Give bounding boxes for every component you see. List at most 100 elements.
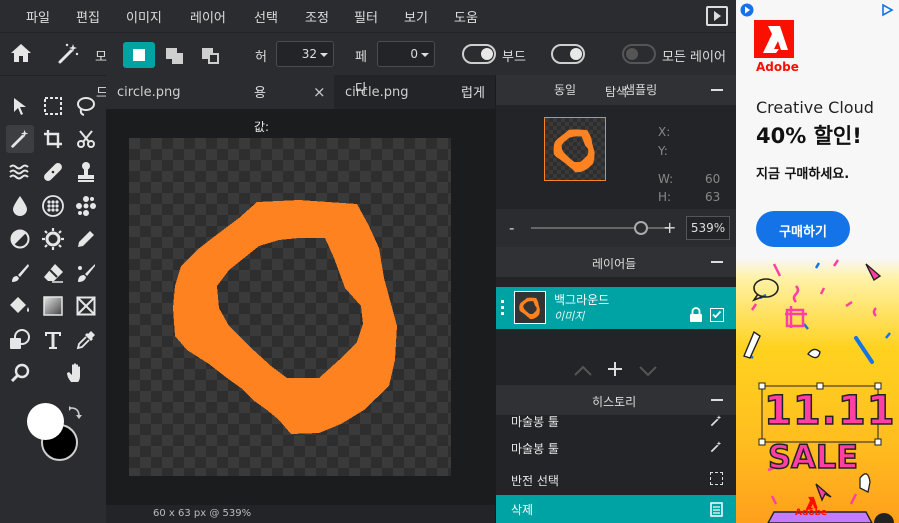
menu-view[interactable]: 보기 xyxy=(404,7,428,26)
layer-thumbnail xyxy=(514,291,546,324)
zoom-tool-icon[interactable] xyxy=(6,359,34,387)
ad-headline: 40% 할인! xyxy=(756,124,862,148)
close-tab-icon[interactable]: × xyxy=(313,83,326,101)
subtract-selection-button[interactable] xyxy=(195,42,227,68)
smooth-toggle-2[interactable] xyxy=(551,44,585,64)
shape-frame-tool-icon[interactable] xyxy=(72,292,100,320)
new-selection-button[interactable] xyxy=(123,42,155,68)
collapse-layers-icon[interactable] xyxy=(711,261,723,263)
smooth-label: 부드 xyxy=(502,50,526,65)
clone-stamp-tool-icon[interactable] xyxy=(72,158,100,186)
layers-panel-header: 레이어들 xyxy=(496,247,737,277)
text-tool-icon[interactable] xyxy=(39,326,67,354)
tolerance-label: 허 xyxy=(255,50,267,65)
history-item-delete[interactable]: 삭제 xyxy=(496,495,737,523)
zoom-out-button[interactable]: - xyxy=(509,219,514,237)
hand-tool-icon[interactable] xyxy=(62,359,90,387)
marquee-tool-icon[interactable] xyxy=(39,92,67,120)
zoom-slider-knob[interactable] xyxy=(634,221,649,235)
height-label: H: xyxy=(658,190,672,204)
crop-tool-icon[interactable] xyxy=(39,125,67,153)
liquify-tool-icon[interactable] xyxy=(6,158,34,186)
eraser-tool-icon[interactable] xyxy=(39,259,67,287)
eyedropper-tool-icon[interactable] xyxy=(72,326,100,354)
menu-layer[interactable]: 레이어 xyxy=(190,7,226,26)
dodge-burn-tool-icon[interactable] xyxy=(6,225,34,253)
adobe-ad-banner[interactable]: Adobe Creative Cloud 40% 할인! 지금 구매하세요. 구… xyxy=(736,0,899,523)
ad-info-icon[interactable] xyxy=(880,3,894,17)
width-label: W: xyxy=(658,172,674,186)
zoom-row: - + 539% xyxy=(496,209,737,247)
heal-tool-icon[interactable] xyxy=(39,158,67,186)
blur-tool-icon[interactable] xyxy=(6,192,34,220)
all-layers-toggle[interactable] xyxy=(622,44,656,64)
gradient-tool-icon[interactable] xyxy=(39,292,67,320)
menu-bar: 파일 편집 이미지 레이어 선택 조정 필터 보기 도움 xyxy=(0,0,736,32)
foreground-color-swatch[interactable] xyxy=(27,403,64,440)
color-replace-tool-icon[interactable] xyxy=(72,259,100,287)
sponge-tool-icon[interactable] xyxy=(39,192,67,220)
navigator-tab-sampling[interactable]: 샘플링 xyxy=(624,81,657,98)
options-overlay-text: 용 xyxy=(254,86,266,101)
home-icon[interactable] xyxy=(10,43,32,63)
layer-visibility-checkbox[interactable] xyxy=(710,308,724,322)
cut-tool-icon[interactable] xyxy=(72,125,100,153)
transparent-canvas[interactable] xyxy=(129,138,451,476)
collapse-navigator-icon[interactable] xyxy=(711,89,723,91)
y-label: Y: xyxy=(658,144,668,158)
move-layer-down-icon[interactable] xyxy=(639,365,657,377)
tab-circle-2[interactable]: circle.png 다 럽게 xyxy=(335,75,495,109)
zoom-value-input[interactable]: 539% xyxy=(686,216,730,240)
ad-choices-icon[interactable] xyxy=(740,3,754,17)
menu-select[interactable]: 선택 xyxy=(254,7,278,26)
zoom-in-button[interactable]: + xyxy=(663,218,676,237)
menu-file[interactable]: 파일 xyxy=(26,7,50,26)
paint-bucket-tool-icon[interactable] xyxy=(6,292,34,320)
history-item-label: 삭제 xyxy=(511,503,534,517)
swap-colors-icon[interactable] xyxy=(68,406,82,422)
move-tool-icon[interactable] xyxy=(6,92,34,120)
ad-sale-word: SALE xyxy=(767,437,859,477)
navigator-tab-same[interactable]: 동일 xyxy=(554,81,576,98)
ad-buy-button[interactable]: 구매하기 xyxy=(756,211,850,247)
magic-wand-icon xyxy=(58,43,79,64)
drag-handle-icon[interactable] xyxy=(501,300,504,303)
tab-circle-1[interactable]: circle.png 용 × xyxy=(106,75,334,109)
magic-wand-tool-icon[interactable] xyxy=(6,125,34,153)
history-item-invert-selection[interactable]: 반전 선택 xyxy=(496,466,737,492)
history-body: 마술봉 툴 마술봉 툴 반전 선택 삭제 xyxy=(496,415,737,523)
feather-input[interactable]: 0 xyxy=(377,41,435,67)
shapes-tool-icon[interactable] xyxy=(6,326,34,354)
menu-filter[interactable]: 필터 xyxy=(354,7,378,26)
add-selection-button[interactable] xyxy=(159,42,191,68)
menu-image[interactable]: 이미지 xyxy=(126,7,162,26)
history-item-magic-wand-1[interactable]: 마술봉 툴 xyxy=(496,415,737,433)
history-item-label: 마술봉 툴 xyxy=(511,442,559,456)
layers-title: 레이어들 xyxy=(592,257,637,271)
brush-tool-icon[interactable] xyxy=(6,259,34,287)
menu-adjust[interactable]: 조정 xyxy=(305,7,329,26)
pencil-tool-icon[interactable] xyxy=(72,225,100,253)
add-layer-icon[interactable] xyxy=(607,361,623,377)
smudge-dots-tool-icon[interactable] xyxy=(72,192,100,220)
options-overlay-text: 다 xyxy=(355,82,367,97)
navigator-thumbnail[interactable] xyxy=(544,117,606,181)
options-bar: 모 허 32 페 0 부드 모든 레이어 xyxy=(0,32,736,75)
collapse-panel-icon[interactable] xyxy=(706,6,728,26)
layer-row-background[interactable]: 백그라운드 이미지 xyxy=(496,287,737,329)
history-item-magic-wand-2[interactable]: 마술봉 툴 xyxy=(496,434,737,460)
magic-wand-icon xyxy=(710,415,722,427)
tolerance-input[interactable]: 32 xyxy=(276,41,334,67)
menu-help[interactable]: 도움 xyxy=(454,7,478,26)
smooth-toggle[interactable] xyxy=(462,44,496,64)
move-layer-up-icon[interactable] xyxy=(574,365,592,377)
collapse-history-icon[interactable] xyxy=(711,399,723,401)
tab-title: circle.png xyxy=(117,85,181,100)
tooltip-text: 값: xyxy=(254,120,270,134)
lock-icon[interactable] xyxy=(689,307,703,322)
menu-edit[interactable]: 편집 xyxy=(76,7,100,26)
status-bar: 60 x 63 px @ 539% xyxy=(106,505,495,523)
zoom-slider-track[interactable] xyxy=(531,227,669,229)
sharpen-tool-icon[interactable] xyxy=(39,225,67,253)
height-value: 63 xyxy=(705,190,721,204)
